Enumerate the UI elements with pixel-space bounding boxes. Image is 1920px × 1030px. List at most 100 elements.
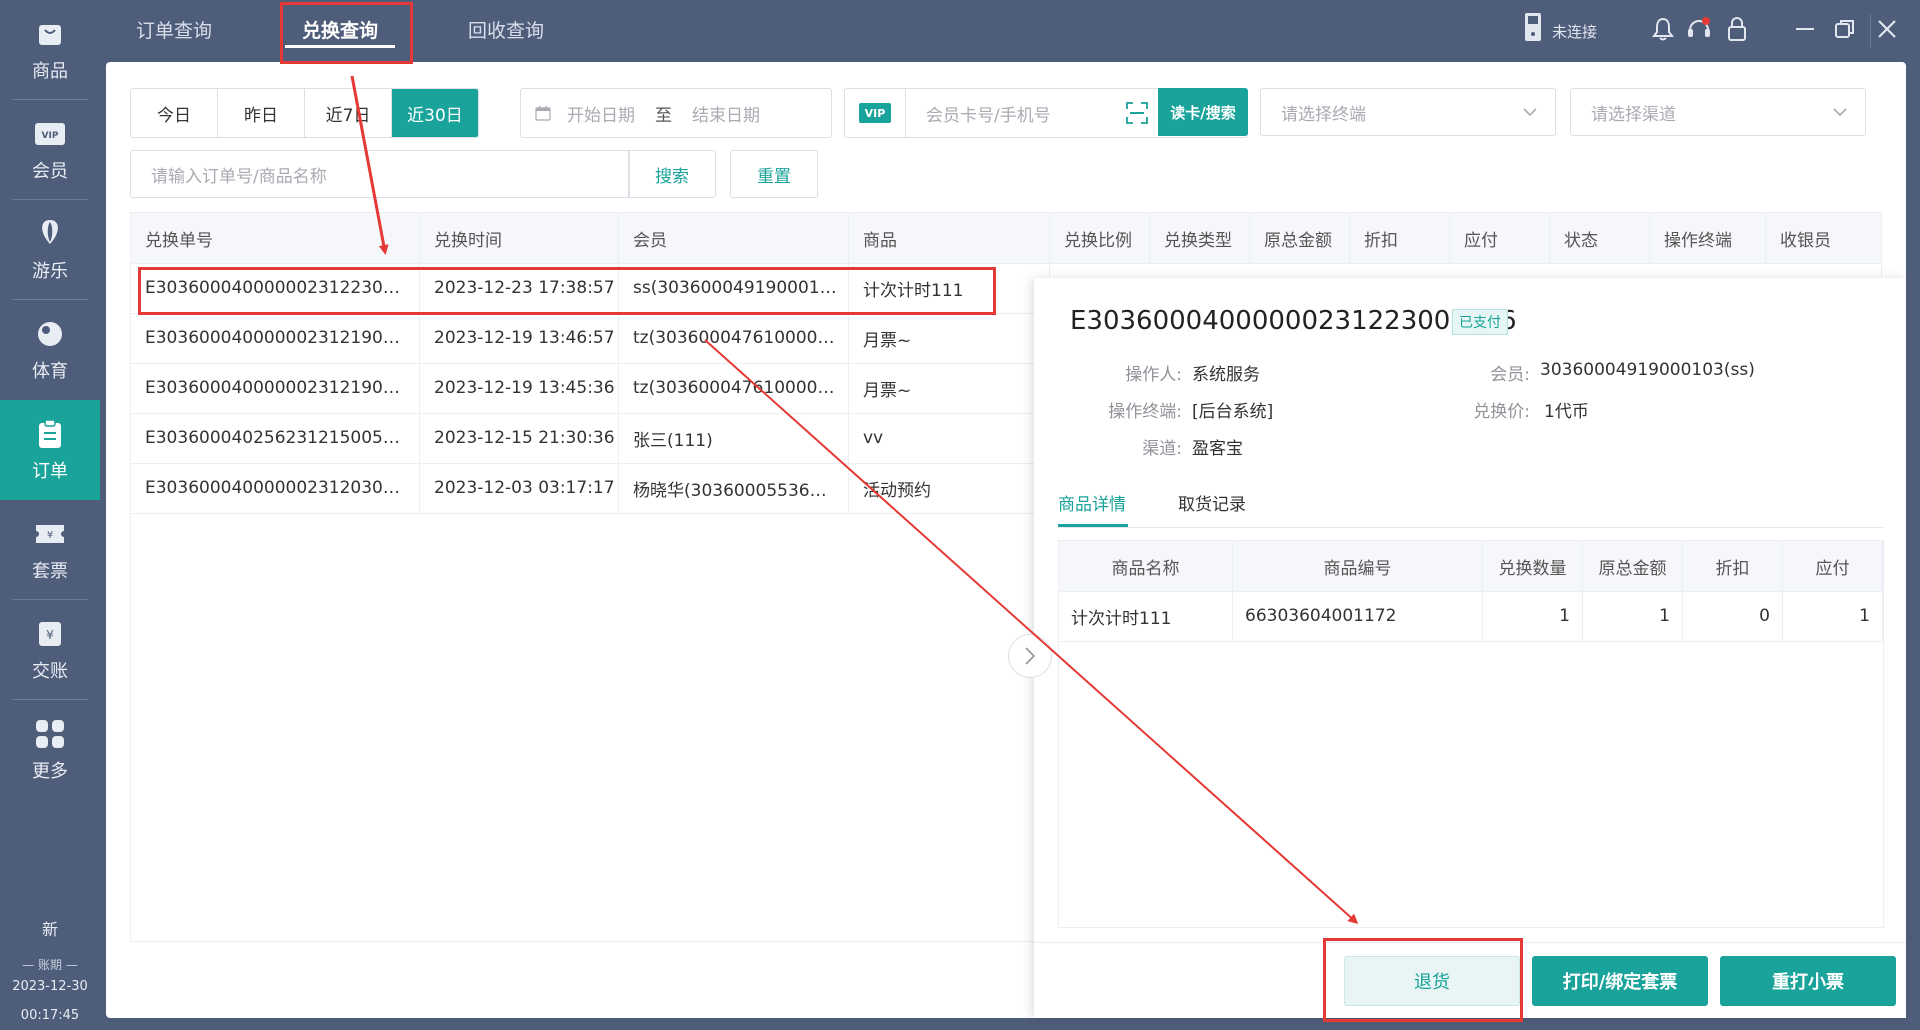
- reprint-receipt-button[interactable]: 重打小票: [1720, 956, 1896, 1006]
- order-no-cell: E30360004000000231219005901: [145, 378, 407, 398]
- order-no-cell: E30360004000000231219006001: [145, 328, 407, 348]
- sidebar-item-label: 订单: [32, 461, 68, 482]
- col-header[interactable]: 兑换时间: [420, 213, 619, 263]
- sidebar-item-package-tickets[interactable]: ¥ 套票: [0, 500, 100, 600]
- member-label: 会员:: [1490, 365, 1530, 385]
- refund-button[interactable]: 退货: [1344, 956, 1520, 1006]
- col-header[interactable]: 收银员: [1766, 213, 1882, 263]
- tab-order-query[interactable]: 订单查询: [136, 16, 212, 43]
- svg-text:¥: ¥: [46, 628, 54, 642]
- tab-recycle-query[interactable]: 回收查询: [468, 16, 544, 43]
- col-header[interactable]: 兑换类型: [1150, 213, 1250, 263]
- product-cell: 活动预约: [849, 463, 1050, 513]
- col-header[interactable]: 兑换比例: [1050, 213, 1150, 263]
- col-header[interactable]: 应付: [1450, 213, 1550, 263]
- sidebar-item-label: 游乐: [32, 261, 68, 282]
- ball-icon: [33, 317, 67, 351]
- sidebar-item-label: 更多: [32, 761, 68, 782]
- col-header[interactable]: 商品: [849, 213, 1050, 263]
- calendar-icon: [535, 106, 551, 121]
- col-header: 折扣: [1683, 541, 1783, 591]
- range-30days-button[interactable]: 近30日: [392, 89, 478, 137]
- terminal-select-placeholder: 请选择终端: [1281, 104, 1366, 125]
- active-tab-underline: [285, 45, 395, 48]
- new-label: 新: [41, 920, 58, 939]
- member-value: 30360004919000103(ss): [1540, 360, 1755, 380]
- ticket-icon: ¥: [33, 517, 67, 551]
- channel-label: 渠道:: [1142, 439, 1182, 459]
- range-today-button[interactable]: 今日: [131, 89, 218, 137]
- channel-select[interactable]: 请选择渠道: [1570, 88, 1866, 136]
- chevron-down-icon: [1833, 107, 1847, 116]
- reset-button[interactable]: 重置: [730, 150, 818, 198]
- vip-card-icon: VIP: [33, 117, 67, 151]
- time-cell: 2023-12-23 17:38:57: [420, 263, 619, 313]
- col-header: 兑换数量: [1483, 541, 1583, 591]
- read-card-search-button[interactable]: 读卡/搜索: [1158, 88, 1248, 136]
- col-header[interactable]: 折扣: [1350, 213, 1450, 263]
- terminal-value: [后台系统]: [1192, 402, 1274, 422]
- item-original-total-cell: 1: [1583, 591, 1683, 641]
- start-date-field[interactable]: 开始日期: [567, 101, 635, 126]
- bell-icon[interactable]: [1650, 16, 1676, 42]
- search-button[interactable]: 搜索: [628, 150, 716, 198]
- collapse-drawer-button[interactable]: [1008, 634, 1052, 678]
- price-label: 兑换价:: [1473, 402, 1530, 422]
- top-bar: 订单查询 兑换查询 回收查询 未连接: [100, 0, 1920, 62]
- grid-icon: [33, 717, 67, 751]
- col-header: 商品编号: [1233, 541, 1483, 591]
- balloon-icon: [33, 217, 67, 251]
- sidebar-item-members[interactable]: VIP 会员: [0, 100, 100, 200]
- item-qty-cell: 1: [1483, 591, 1583, 641]
- sidebar-item-orders[interactable]: 订单: [0, 400, 100, 500]
- chevron-right-icon: [1025, 647, 1036, 665]
- item-name-cell: 计次计时111: [1059, 591, 1233, 641]
- col-header[interactable]: 兑换单号: [131, 213, 420, 263]
- lock-icon[interactable]: [1724, 16, 1750, 42]
- sidebar-item-sports[interactable]: 体育: [0, 300, 100, 400]
- print-bind-ticket-button[interactable]: 打印/绑定套票: [1532, 956, 1708, 1006]
- member-card-input[interactable]: 会员卡号/手机号: [926, 101, 1126, 126]
- col-header[interactable]: 会员: [619, 213, 849, 263]
- col-header[interactable]: 原总金额: [1250, 213, 1350, 263]
- restore-icon[interactable]: [1832, 16, 1858, 42]
- connection-status: 未连接: [1552, 23, 1598, 41]
- member-cell: tz(30360004761000095): [633, 378, 837, 398]
- detail-items-table: 商品名称 商品编号 兑换数量 原总金额 折扣 应付 计次计时111 663036…: [1058, 540, 1884, 928]
- status-badge: 已支付: [1452, 309, 1508, 335]
- support-icon[interactable]: [1686, 16, 1712, 42]
- sidebar-item-products[interactable]: 商品: [0, 0, 100, 100]
- col-header[interactable]: 操作终端: [1650, 213, 1766, 263]
- sidebar-item-label: 商品: [32, 61, 68, 82]
- terminal-label: 操作终端:: [1108, 402, 1182, 422]
- sidebar-item-handover[interactable]: ¥ 交账: [0, 600, 100, 700]
- order-search-input[interactable]: 请输入订单号/商品名称: [130, 150, 630, 198]
- tab-product-details[interactable]: 商品详情: [1058, 490, 1126, 515]
- sidebar-item-label: 套票: [32, 561, 68, 582]
- terminal-select[interactable]: 请选择终端: [1260, 88, 1556, 136]
- table-header: 商品名称 商品编号 兑换数量 原总金额 折扣 应付: [1059, 541, 1883, 592]
- product-cell: 月票~: [849, 313, 1050, 363]
- tab-exchange-query[interactable]: 兑换查询: [302, 16, 378, 43]
- clipboard-icon: [33, 417, 67, 451]
- sidebar-item-amusement[interactable]: 游乐: [0, 200, 100, 300]
- scan-icon[interactable]: [1126, 102, 1148, 124]
- close-icon[interactable]: [1874, 16, 1900, 42]
- time-cell: 2023-12-15 21:30:36: [420, 413, 619, 463]
- minimize-icon[interactable]: [1792, 16, 1818, 42]
- channel-value: 盈客宝: [1192, 439, 1243, 459]
- time-cell: 2023-12-19 13:45:36: [420, 363, 619, 413]
- tab-pickup-records[interactable]: 取货记录: [1178, 490, 1246, 515]
- sidebar-item-more[interactable]: 更多: [0, 700, 100, 800]
- sidebar-item-label: 体育: [32, 361, 68, 382]
- range-yesterday-button[interactable]: 昨日: [218, 89, 305, 137]
- order-no-cell: E30360004000000231203005701: [145, 478, 407, 498]
- sidebar-footer: 新 — 账期 — 2023-12-30 00:17:45: [0, 916, 100, 1023]
- vip-badge-icon: VIP: [859, 103, 891, 123]
- date-range-picker[interactable]: 开始日期 至 结束日期: [520, 88, 832, 138]
- end-date-field[interactable]: 结束日期: [692, 101, 760, 126]
- col-header[interactable]: 状态: [1550, 213, 1650, 263]
- range-7days-button[interactable]: 近7日: [305, 89, 392, 137]
- member-cell: ss(30360004919000103): [633, 278, 837, 298]
- detail-order-number: E30360004000000231223006176: [1070, 306, 1517, 336]
